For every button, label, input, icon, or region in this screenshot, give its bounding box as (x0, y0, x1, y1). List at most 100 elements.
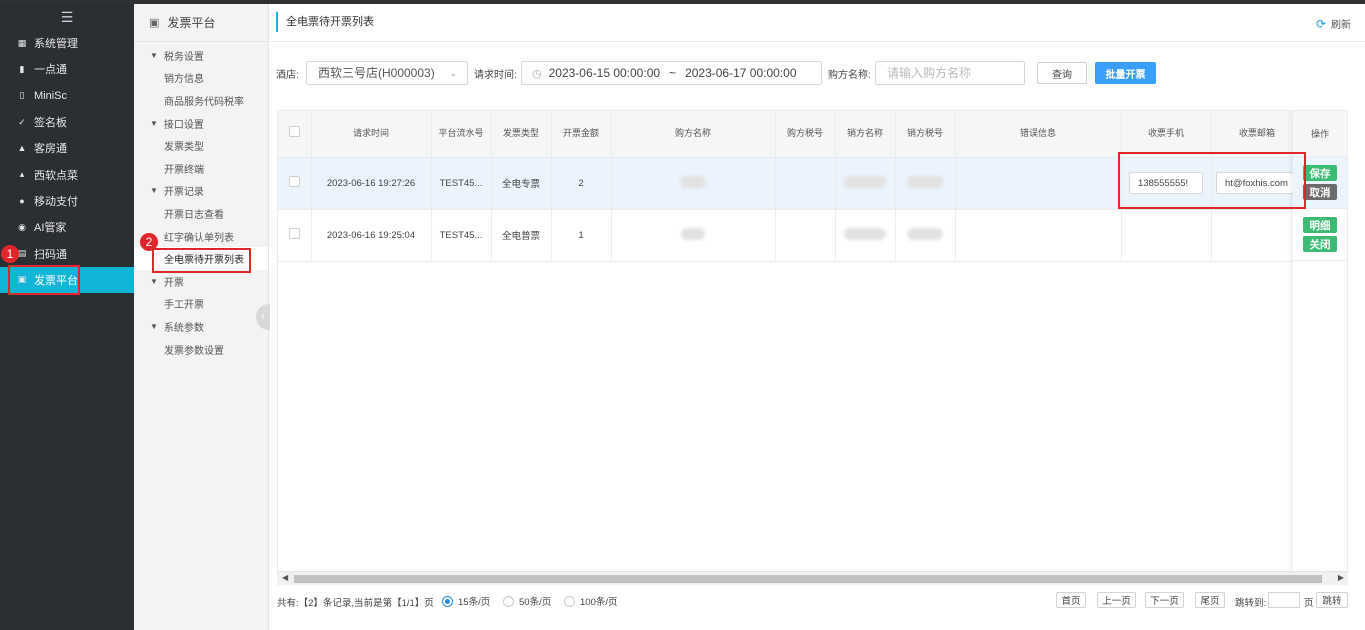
cell-amount: 2 (551, 157, 612, 210)
nav-item-room[interactable]: ▲ 客房通 (0, 135, 134, 161)
submenu-group-tax[interactable]: ▼ 税务设置 (134, 44, 268, 67)
header-select-all[interactable] (278, 111, 312, 158)
horizontal-scrollbar[interactable]: ◀ ▶ (277, 571, 1348, 585)
header-invoice-type: 发票类型 (491, 111, 552, 158)
radio-icon (442, 595, 453, 607)
refresh-icon: ⟳ (1315, 16, 1326, 31)
submenu-item-param-settings[interactable]: 发票参数设置 (134, 338, 268, 361)
nav-item-yidiantong[interactable]: ▮ 一点通 (0, 56, 134, 82)
caret-down-icon: ▼ (150, 321, 158, 331)
nav-item-payment[interactable]: ● 移动支付 (0, 188, 134, 214)
submenu-item-tax-rate[interactable]: 商品服务代码税率 (134, 89, 268, 112)
page-size-100[interactable]: 100条/页 (564, 594, 618, 608)
batch-invoice-button[interactable]: 批量开票 (1095, 62, 1156, 84)
jump-page-input[interactable] (1268, 592, 1300, 608)
detail-button[interactable]: 明细 (1303, 217, 1337, 233)
scroll-left-icon[interactable]: ◀ (282, 573, 288, 582)
submenu-item-seller-info[interactable]: 销方信息 (134, 67, 268, 90)
cell-buyer-name (611, 157, 776, 210)
checkbox[interactable] (288, 228, 300, 239)
invoice-icon: ▣ (149, 17, 160, 29)
nav-label: 客房通 (34, 143, 67, 156)
submenu-group-params[interactable]: ▼ 系统参数 (134, 315, 268, 338)
submenu-group-label: 税务设置 (163, 51, 204, 63)
submenu-item-terminal[interactable]: 开票终端 (134, 157, 268, 180)
left-nav: ☰ ▦ 系统管理 ▮ 一点通 ▯ MiniSc ✓ 签名板 ▲ 客房通 ▴ 西软点菜 ● 移动… (0, 4, 134, 630)
row-select[interactable] (278, 209, 312, 262)
close-button[interactable]: 关闭 (1303, 236, 1337, 252)
caret-down-icon: ▼ (150, 276, 158, 286)
bar-icon: ▯ (19, 90, 25, 101)
checkbox[interactable] (288, 125, 300, 137)
header-buyer-name: 购方名称 (611, 111, 776, 158)
submenu: ▣ 发票平台 ▼ 税务设置 销方信息 商品服务代码税率 ▼ 接口设置 发票类型 开票终… (134, 4, 269, 630)
cell-error (955, 209, 1122, 262)
hotel-select[interactable]: 西软三号店(H000003) ⌄ (306, 61, 468, 85)
annotation-box-2 (152, 248, 251, 273)
row-select[interactable] (278, 157, 312, 210)
nav-label: 一点通 (34, 64, 67, 77)
annotation-badge-1: 1 (1, 245, 19, 263)
page-size-15[interactable]: 15条/页 (442, 594, 490, 608)
nav-item-signature[interactable]: ✓ 签名板 (0, 109, 134, 135)
query-button[interactable]: 查询 (1037, 62, 1087, 84)
page-unit: 页 (1304, 598, 1314, 609)
header-request-time: 请求时间 (311, 111, 432, 158)
scroll-right-icon[interactable]: ▶ (1338, 573, 1344, 582)
submenu-title: ▣ 发票平台 (134, 4, 268, 42)
home-icon: ▲ (17, 143, 27, 154)
cell-email (1211, 209, 1304, 262)
caret-down-icon: ▼ (150, 50, 158, 60)
page-size-label: 100条/页 (580, 597, 618, 608)
date-separator: ~ (669, 66, 677, 80)
refresh-button[interactable]: ⟳ 刷新 (1315, 16, 1351, 32)
jump-label: 跳转到: (1235, 598, 1267, 609)
submenu-item-manual[interactable]: 手工开票 (134, 293, 268, 316)
hamburger-icon[interactable]: ☰ (0, 4, 134, 30)
nav-item-minisc[interactable]: ▯ MiniSc (0, 83, 134, 109)
page-size-label: 15条/页 (458, 597, 491, 608)
buyer-name-input[interactable] (875, 61, 1025, 85)
nav-item-system[interactable]: ▦ 系统管理 (0, 30, 134, 56)
submenu-group-records[interactable]: ▼ 开票记录 (134, 180, 268, 203)
date-range-picker[interactable]: ◷ 2023-06-15 00:00:00 ~2023-06-17 00:00:00 (521, 61, 822, 85)
annotation-badge-2: 2 (140, 233, 158, 251)
nav-item-ai[interactable]: ◉ AI管家 (0, 214, 134, 240)
submenu-group-label: 接口设置 (163, 119, 204, 131)
nav-label: 扫码通 (34, 248, 67, 261)
time-label: 请求时间: (474, 70, 517, 81)
triangle-icon: ▴ (19, 169, 25, 180)
checkbox[interactable] (288, 176, 300, 187)
submenu-item-invoice-type[interactable]: 发票类型 (134, 134, 268, 157)
cell-error (955, 157, 1122, 210)
save-button[interactable]: 保存 (1303, 165, 1337, 181)
cancel-button[interactable]: 取消 (1303, 184, 1337, 200)
first-page-button[interactable]: 首页 (1056, 592, 1086, 608)
nav-item-order[interactable]: ▴ 西软点菜 (0, 161, 134, 187)
nav-label: 移动支付 (34, 195, 78, 208)
jump-button[interactable]: 跳转 (1316, 592, 1348, 608)
nav-item-scan[interactable]: ▤ 扫码通 (0, 240, 134, 266)
submenu-group-label: 开票记录 (163, 187, 204, 199)
header-seller-name: 销方名称 (835, 111, 896, 158)
header-phone: 收票手机 (1121, 111, 1212, 158)
table-row[interactable]: 2023-06-16 19:25:04 TEST45... 全电普票 1 (278, 209, 1347, 262)
prev-page-button[interactable]: 上一页 (1097, 592, 1136, 608)
cell-serial: TEST45... (431, 209, 492, 262)
page-size-50[interactable]: 50条/页 (503, 594, 551, 608)
last-page-button[interactable]: 尾页 (1195, 592, 1225, 608)
table-header-row: 请求时间 平台流水号 发票类型 开票金额 购方名称 购方税号 销方名称 销方税号… (278, 111, 1347, 158)
radio-icon (564, 595, 575, 607)
submenu-group-interface[interactable]: ▼ 接口设置 (134, 112, 268, 135)
submenu-group-issue[interactable]: ▼ 开票 (134, 270, 268, 293)
pagination-bar: 共有:【2】条记录,当前是第【1/1】页 15条/页 50条/页 100条/页 … (277, 591, 1348, 611)
redacted-text (844, 227, 886, 240)
nav-label: 签名板 (34, 117, 67, 130)
main-content: 全电票待开票列表 ⟳ 刷新 酒店: 西软三号店(H000003) ⌄ 请求时间: ◷… (270, 4, 1365, 630)
header-serial: 平台流水号 (431, 111, 492, 158)
cell-buyer-tax (775, 209, 836, 262)
submenu-item-log[interactable]: 开票日志查看 (134, 202, 268, 225)
scrollbar-thumb[interactable] (294, 575, 1322, 583)
next-page-button[interactable]: 下一页 (1145, 592, 1184, 608)
cell-phone (1121, 209, 1212, 262)
